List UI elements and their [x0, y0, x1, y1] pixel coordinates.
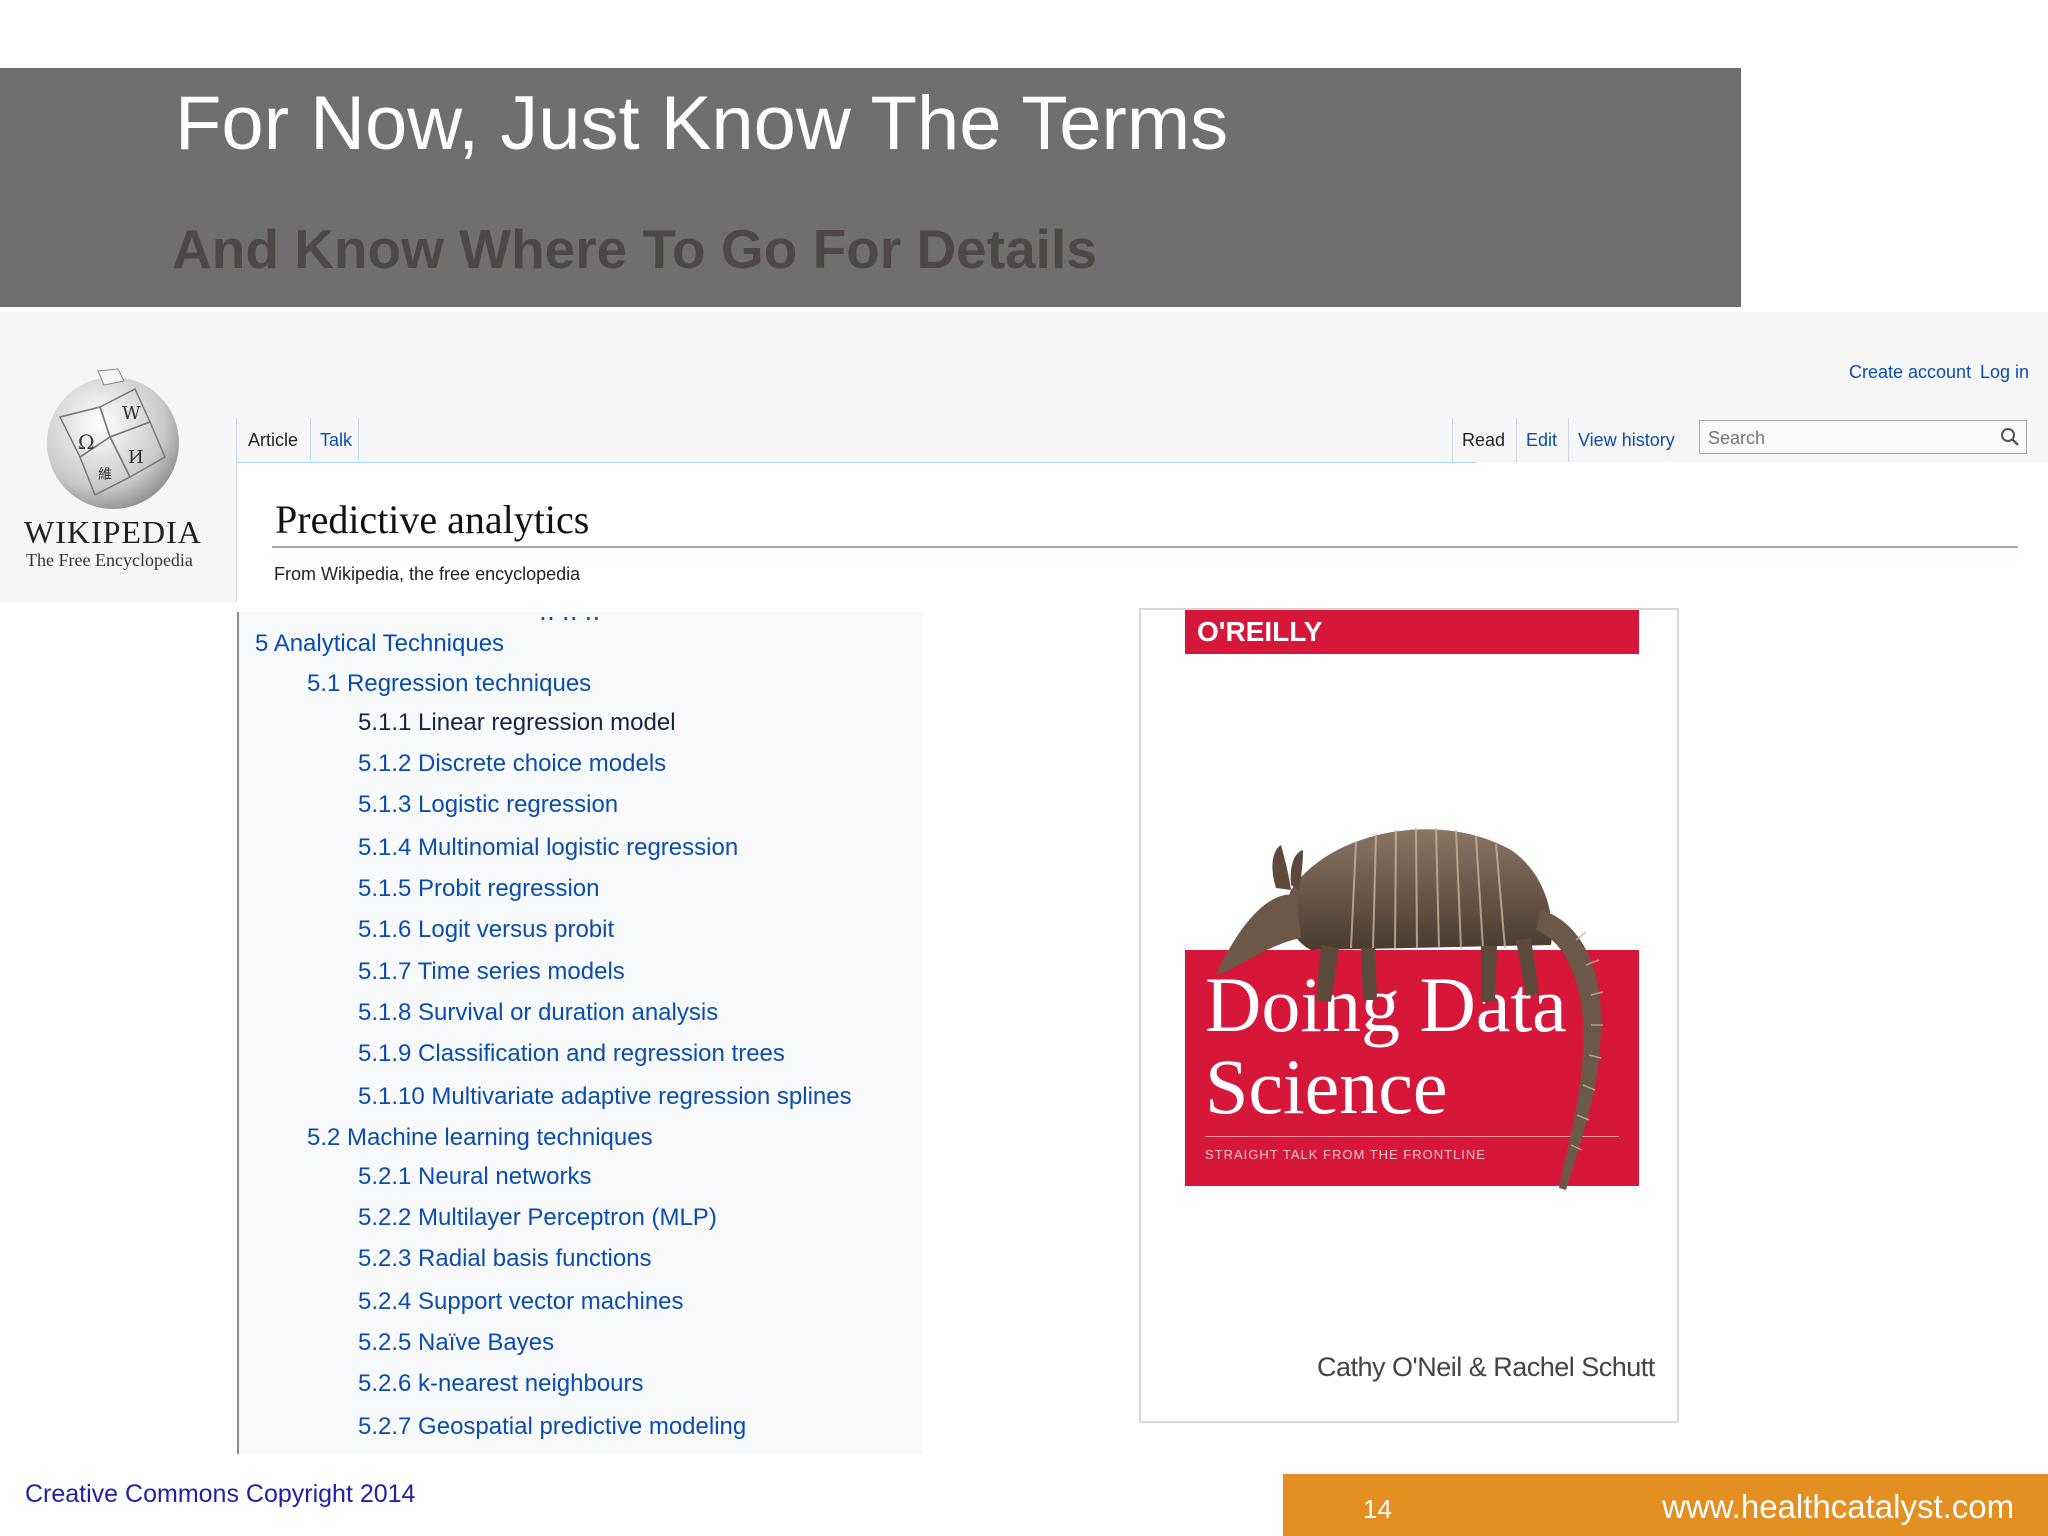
slide-subtitle: And Know Where To Go For Details: [172, 218, 1097, 280]
tab-view-history[interactable]: View history: [1578, 430, 1675, 451]
toc-item[interactable]: 5.2.2 Multilayer Perceptron (MLP): [358, 1206, 717, 1230]
toc-item[interactable]: 5.2 Machine learning techniques: [307, 1126, 653, 1150]
toc-item[interactable]: 5.2.7 Geospatial predictive modeling: [358, 1415, 746, 1439]
article-title: Predictive analytics: [275, 497, 590, 542]
tab-talk[interactable]: Talk: [320, 430, 352, 451]
wikipedia-wordmark: WIKIPEDIA: [24, 514, 202, 550]
title-divider: [272, 546, 2018, 548]
publisher-bar: O'REILLY: [1185, 610, 1639, 654]
tab-article[interactable]: Article: [248, 430, 298, 451]
toc-item[interactable]: 5.1.8 Survival or duration analysis: [358, 1001, 718, 1025]
copyright-notice: Creative Commons Copyright 2014: [25, 1480, 416, 1508]
publisher-logo: O'REILLY: [1197, 616, 1323, 647]
create-account-link[interactable]: Create account: [1849, 362, 1971, 383]
book-authors: Cathy O'Neil & Rachel Schutt: [1317, 1352, 1655, 1382]
article-source-line: From Wikipedia, the free encyclopedia: [274, 564, 581, 584]
tab-separator: [1452, 418, 1453, 462]
svg-text:И: И: [128, 447, 144, 468]
toc-item[interactable]: 5.1.2 Discrete choice models: [358, 752, 666, 776]
website-url[interactable]: www.healthcatalyst.com: [1662, 1488, 2014, 1526]
toc-item[interactable]: 5.1.3 Logistic regression: [358, 793, 618, 817]
tab-edit[interactable]: Edit: [1526, 430, 1557, 451]
toc-item[interactable]: 5.1.9 Classification and regression tree…: [358, 1042, 785, 1066]
search-icon[interactable]: [2000, 427, 2020, 447]
slide-title: For Now, Just Know The Terms: [175, 81, 1229, 166]
tab-separator: [1568, 418, 1569, 462]
tab-separator: [358, 418, 359, 462]
toc-item[interactable]: 5.2.4 Support vector machines: [358, 1290, 684, 1314]
toc-item[interactable]: 5.2.3 Radial basis functions: [358, 1247, 652, 1271]
toc-item[interactable]: 5.1.6 Logit versus probit: [358, 918, 614, 942]
tab-separator: [236, 418, 237, 462]
tab-separator: [310, 418, 311, 462]
toc-item[interactable]: 5.2.6 k-nearest neighbours: [358, 1372, 644, 1396]
search-input[interactable]: [1706, 426, 1990, 450]
log-in-link[interactable]: Log in: [1980, 362, 2029, 383]
toc-item[interactable]: 5.1.4 Multinomial logistic regression: [358, 836, 738, 860]
toc-item[interactable]: 5.2.1 Neural networks: [358, 1165, 591, 1189]
svg-text:Ω: Ω: [78, 430, 95, 454]
book-cover: O'REILLY Doing Data Science STRAIGHT TAL…: [1139, 608, 1679, 1423]
toc-item[interactable]: 5.1 Regression techniques: [307, 672, 591, 696]
armadillo-illustration: [1216, 827, 1604, 1190]
toc-clipped-row: ‥ ‥ ‥: [539, 612, 601, 626]
page-number: 14: [1363, 1494, 1392, 1524]
toc-item[interactable]: 5.1.10 Multivariate adaptive regression …: [358, 1085, 852, 1109]
svg-text:維: 維: [98, 467, 112, 483]
search-box: [1699, 420, 2027, 454]
toc-item[interactable]: 5.2.5 Naïve Bayes: [358, 1331, 554, 1355]
wikipedia-globe-icon: Ω W И 維: [47, 368, 179, 509]
tab-separator: [1516, 418, 1517, 462]
tabs-divider: [236, 462, 1476, 463]
wikipedia-logo[interactable]: Ω W И 維 WIKIPEDIA The Free Encyclopedia: [0, 312, 236, 602]
toc-item[interactable]: 5.1.5 Probit regression: [358, 877, 599, 901]
svg-text:W: W: [122, 403, 141, 424]
tab-read[interactable]: Read: [1462, 430, 1505, 451]
wikipedia-tagline: The Free Encyclopedia: [26, 550, 193, 570]
toc-item[interactable]: 5.1.7 Time series models: [358, 960, 625, 984]
toc-item[interactable]: 5 Analytical Techniques: [255, 632, 504, 656]
table-of-contents: ‥ ‥ ‥ 5 Analytical Techniques 5.1 Regres…: [237, 612, 923, 1454]
wikipedia-screenshot: Ω W И 維 WIKIPEDIA The Free Encyclopedia …: [0, 312, 2048, 602]
toc-item[interactable]: 5.1.1 Linear regression model: [358, 711, 676, 735]
